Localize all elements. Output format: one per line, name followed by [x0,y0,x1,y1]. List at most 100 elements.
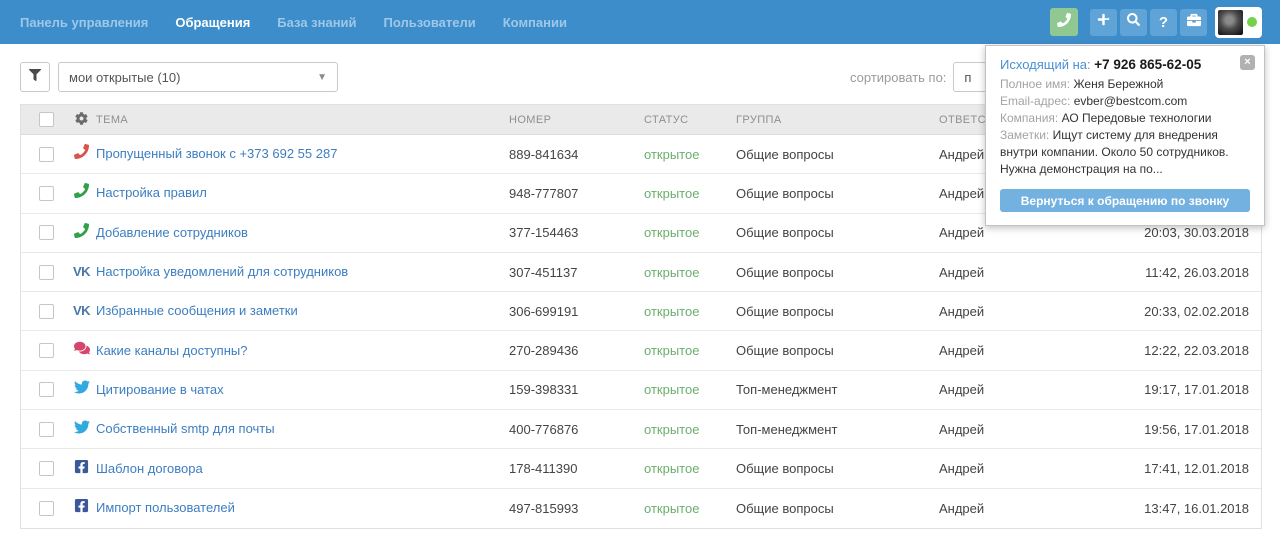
call-direction-label: Исходящий на: [1000,57,1091,72]
phone-missed-icon [74,144,89,164]
ticket-topic-link[interactable]: Пропущенный звонок с +373 692 55 287 [96,146,337,161]
funnel-icon [29,68,41,86]
row-checkbox[interactable] [39,304,54,319]
table-row[interactable]: Цитирование в чатах 159-398331 открытое … [21,371,1261,410]
add-button[interactable] [1090,9,1117,36]
ticket-group: Общие вопросы [736,186,939,201]
table-row[interactable]: VK Избранные сообщения и заметки 306-699… [21,292,1261,331]
ticket-topic-link[interactable]: Добавление сотрудников [96,225,248,240]
ticket-assignee: Андрей [939,265,1099,280]
ticket-status: открытое [644,461,736,476]
phone-icon [1057,13,1071,32]
chevron-down-icon: ▼ [317,72,327,83]
ticket-assignee: Андрей [939,343,1099,358]
table-row[interactable]: Импорт пользователей 497-815993 открытое… [21,489,1261,528]
ticket-filter-value: мои открытые (10) [69,70,180,85]
facebook-icon [74,498,89,518]
briefcase-button[interactable] [1180,9,1207,36]
twitter-icon [74,419,90,440]
ticket-topic-link[interactable]: Какие каналы доступны? [96,343,247,358]
phone-icon [74,223,89,243]
caller-company: Компания: АО Передовые технологии [1000,110,1250,127]
vk-icon: VK [73,302,90,320]
ticket-date: 20:33, 02.02.2018 [1099,304,1261,319]
top-navbar: Панель управления Обращения База знаний … [0,0,1280,44]
call-popup: × Исходящий на: +7 926 865-62-05 Полное … [985,45,1265,226]
gear-icon[interactable] [75,112,88,128]
select-all-checkbox[interactable] [39,112,54,127]
ticket-topic-link[interactable]: Избранные сообщения и заметки [96,303,298,318]
ticket-group: Общие вопросы [736,147,939,162]
table-row[interactable]: Какие каналы доступны? 270-289436 открыт… [21,331,1261,370]
header-group[interactable]: ГРУППА [736,114,939,126]
ticket-group: Общие вопросы [736,225,939,240]
call-button[interactable] [1050,8,1078,36]
nav-knowledge-base[interactable]: База знаний [277,15,356,30]
nav-companies[interactable]: Компании [503,15,567,30]
ticket-filter-dropdown[interactable]: мои открытые (10) ▼ [58,62,338,92]
ticket-date: 19:56, 17.01.2018 [1099,422,1261,437]
ticket-topic-link[interactable]: Настройка уведомлений для сотрудников [96,264,348,279]
ticket-status: открытое [644,304,736,319]
row-checkbox[interactable] [39,186,54,201]
row-checkbox[interactable] [39,225,54,240]
ticket-status: открытое [644,422,736,437]
ticket-status: открытое [644,501,736,516]
ticket-number: 178-411390 [509,461,644,476]
ticket-group: Общие вопросы [736,304,939,319]
return-to-ticket-button[interactable]: Вернуться к обращению по звонку [1000,189,1250,212]
help-button[interactable]: ? [1150,9,1177,36]
filter-button[interactable] [20,62,50,92]
close-icon[interactable]: × [1240,55,1255,70]
ticket-number: 377-154463 [509,225,644,240]
header-topic[interactable]: ТЕМА [96,114,509,126]
header-number[interactable]: НОМЕР [509,114,644,126]
question-icon: ? [1159,14,1168,31]
ticket-status: открытое [644,265,736,280]
ticket-topic-link[interactable]: Цитирование в чатах [96,382,224,397]
row-checkbox[interactable] [39,343,54,358]
plus-icon [1097,13,1110,31]
call-popup-title: Исходящий на: +7 926 865-62-05 [1000,57,1250,72]
ticket-date: 17:41, 12.01.2018 [1099,461,1261,476]
ticket-topic-link[interactable]: Собственный smtp для почты [96,421,275,436]
row-checkbox[interactable] [39,147,54,162]
call-phone-number: +7 926 865-62-05 [1094,57,1201,72]
ticket-date: 19:17, 17.01.2018 [1099,382,1261,397]
ticket-group: Общие вопросы [736,461,939,476]
user-menu[interactable] [1215,7,1262,38]
row-checkbox[interactable] [39,422,54,437]
nav-users[interactable]: Пользователи [384,15,476,30]
ticket-topic-link[interactable]: Импорт пользователей [96,500,235,515]
navbar-actions: ? [1050,7,1262,38]
header-status[interactable]: СТАТУС [644,114,736,126]
caller-email: Email-адрес: evber@bestcom.com [1000,93,1250,110]
ticket-group: Общие вопросы [736,343,939,358]
row-checkbox[interactable] [39,501,54,516]
ticket-topic-link[interactable]: Шаблон договора [96,461,203,476]
sort-label: сортировать по: [850,70,946,85]
ticket-topic-link[interactable]: Настройка правил [96,185,207,200]
row-checkbox[interactable] [39,461,54,476]
table-row[interactable]: Шаблон договора 178-411390 открытое Общи… [21,449,1261,488]
ticket-number: 948-777807 [509,186,644,201]
ticket-assignee: Андрей [939,382,1099,397]
ticket-assignee: Андрей [939,422,1099,437]
caller-full-name: Полное имя: Женя Бережной [1000,76,1250,93]
ticket-assignee: Андрей [939,304,1099,319]
row-checkbox[interactable] [39,382,54,397]
nav-tickets[interactable]: Обращения [175,15,250,30]
table-row[interactable]: VK Настройка уведомлений для сотрудников… [21,253,1261,292]
ticket-number: 270-289436 [509,343,644,358]
ticket-date: 11:42, 26.03.2018 [1099,265,1261,280]
table-row[interactable]: Собственный smtp для почты 400-776876 от… [21,410,1261,449]
ticket-number: 497-815993 [509,501,644,516]
search-button[interactable] [1120,9,1147,36]
avatar [1218,10,1243,35]
caller-notes: Заметки: Ищут систему для внедрения внут… [1000,127,1250,178]
row-checkbox[interactable] [39,265,54,280]
facebook-icon [74,459,89,479]
search-icon [1127,13,1140,31]
ticket-date: 20:03, 30.03.2018 [1099,225,1261,240]
nav-dashboard[interactable]: Панель управления [20,15,148,30]
